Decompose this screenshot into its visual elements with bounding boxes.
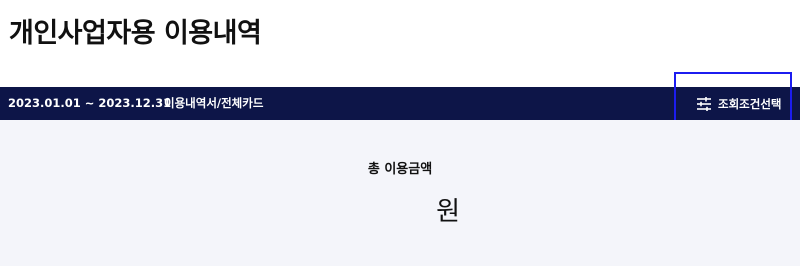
- sliders-icon: [697, 97, 711, 111]
- page-title: 개인사업자용 이용내역: [9, 18, 262, 49]
- total-amount-label: 총 이용금액: [367, 162, 433, 177]
- usage-summary: 총 이용금액 원: [0, 120, 800, 266]
- period-range: 2023.01.01 ~ 2023.12.31: [8, 96, 172, 110]
- filter-bar: 2023.01.01 ~ 2023.12.31 이용내역서/전체카드 조회조건선…: [0, 72, 800, 133]
- currency-unit: 원: [436, 197, 460, 227]
- usage-scope: 이용내역서/전체카드: [164, 96, 264, 110]
- total-amount: 원: [350, 194, 460, 230]
